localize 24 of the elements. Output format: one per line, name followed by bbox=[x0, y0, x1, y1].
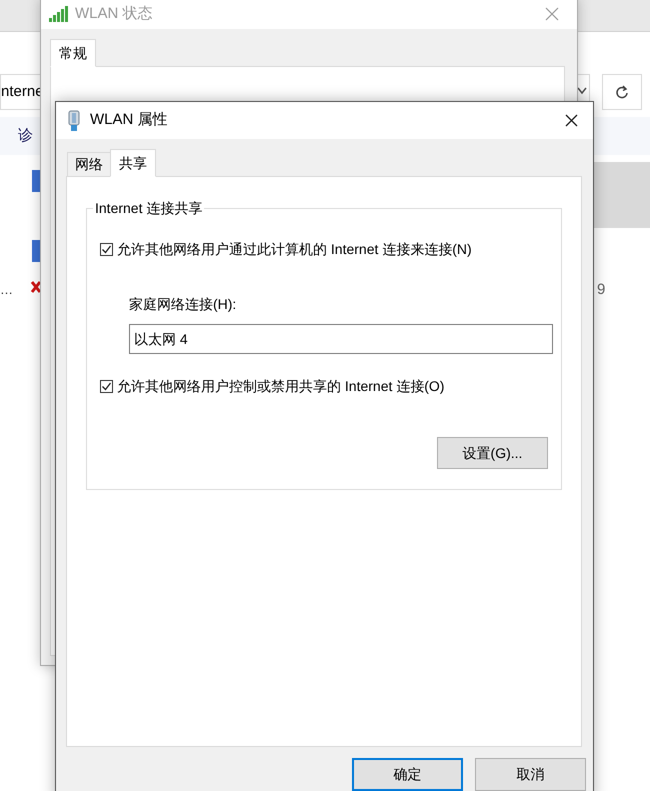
checkbox[interactable] bbox=[100, 380, 113, 393]
tab[interactable]: 网络 bbox=[67, 152, 110, 177]
checkbox-label[interactable]: 允许其他网络用户控制或禁用共享的 Internet 连接(O) bbox=[117, 376, 444, 397]
refresh-icon bbox=[615, 85, 629, 99]
window-title: WLAN 属性 bbox=[90, 110, 168, 130]
input-field[interactable]: 以太网 4 bbox=[129, 324, 553, 354]
chevron-icon[interactable] bbox=[577, 87, 587, 95]
refresh-button[interactable] bbox=[602, 74, 642, 110]
group-title: Internet 连接共享 bbox=[93, 199, 204, 217]
dialog-button[interactable]: 确定 bbox=[352, 758, 463, 791]
tab[interactable]: 常规 bbox=[50, 39, 96, 67]
checkbox-label[interactable]: 允许其他网络用户通过此计算机的 Internet 连接来连接(N) bbox=[117, 239, 472, 260]
item-detail: 9 bbox=[597, 280, 606, 300]
close-icon[interactable] bbox=[565, 114, 578, 127]
field-label: 家庭网络连接(H): bbox=[129, 295, 238, 314]
dialog-button[interactable]: 取消 bbox=[475, 758, 586, 791]
settings-button[interactable]: 设置(G)... bbox=[437, 437, 548, 469]
checkbox[interactable] bbox=[100, 243, 113, 256]
error-icon bbox=[30, 280, 42, 294]
signal-icon bbox=[49, 6, 69, 22]
toolbar-item[interactable]: 诊 bbox=[0, 124, 33, 148]
tab[interactable]: 共享 bbox=[110, 149, 156, 177]
window-title: WLAN 状态 bbox=[75, 4, 153, 24]
item-status: … bbox=[0, 281, 13, 299]
